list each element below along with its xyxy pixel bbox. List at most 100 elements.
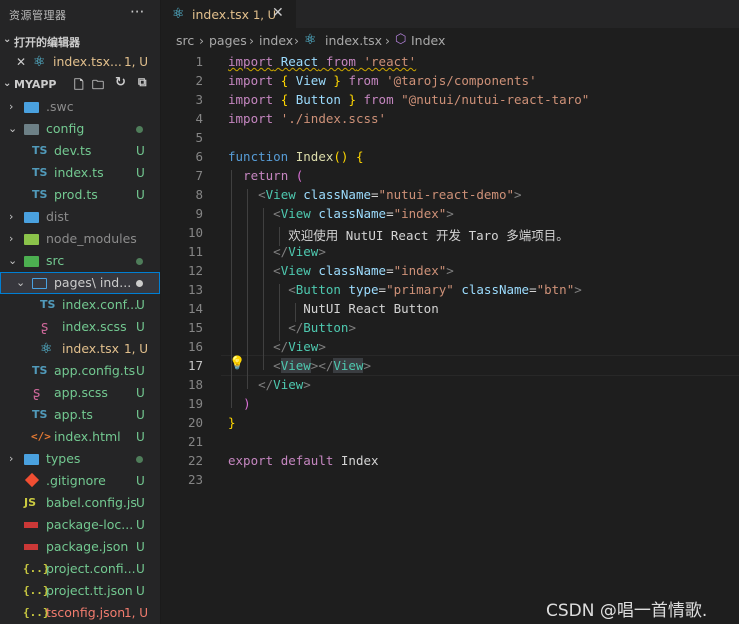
open-editor-badge: 1, U	[124, 55, 149, 69]
chevron-down-icon: ⌄	[3, 34, 12, 45]
tree-item-label: index.ts	[54, 165, 104, 180]
explorer-title: 资源管理器	[9, 9, 67, 22]
tree-item-app-config[interactable]: TS app.config.ts U	[0, 360, 160, 382]
tab-index-tsx[interactable]: ⚛ index.tsx 1, U ✕	[161, 0, 296, 29]
tree-item-label: package.json	[46, 539, 129, 554]
tree-item-package-json[interactable]: package.json U	[0, 536, 160, 558]
tree-item-dev-ts[interactable]: TS dev.ts U	[0, 140, 160, 162]
code-editor[interactable]: 1 2 3 4 5 6 7 8 9 10 11 12 13 14 15 16 1…	[161, 52, 739, 624]
modified-dot-icon	[136, 280, 143, 287]
git-status-badge: U	[136, 386, 145, 400]
tree-item-project-config[interactable]: {..} project.confi... U	[0, 558, 160, 580]
tree-item-index-html[interactable]: </> index.html U	[0, 426, 160, 448]
tree-item-dist[interactable]: › dist	[0, 206, 160, 228]
tree-item-types[interactable]: › types	[0, 448, 160, 470]
html-icon: </>	[31, 430, 51, 443]
close-icon[interactable]: ✕	[16, 51, 26, 73]
tree-item-config[interactable]: ⌄ config	[0, 118, 160, 140]
tab-close-icon[interactable]: ✕	[272, 5, 284, 21]
modified-dot-icon	[136, 258, 143, 265]
tree-item-swc[interactable]: › .swc	[0, 96, 160, 118]
chevron-right-icon: ›	[9, 452, 14, 465]
tree-item-label: pages\ ind...	[54, 275, 132, 290]
breadcrumb-index[interactable]: index	[259, 33, 293, 48]
code-line-9: <View className="index">	[273, 206, 454, 221]
tree-item-label: index.tsx	[62, 341, 119, 356]
line-number: 8	[195, 187, 203, 202]
tree-item-label: index.html	[54, 429, 121, 444]
git-status-badge: 1, U	[124, 342, 149, 356]
git-status-badge: U	[136, 408, 145, 422]
code-line-18: </View>	[258, 377, 311, 392]
code-line-15: </Button>	[288, 320, 356, 335]
tree-item-src[interactable]: ⌄ src	[0, 250, 160, 272]
line-number: 2	[195, 73, 203, 88]
code-line-14: NutUI React Button	[303, 301, 439, 316]
tree-item-index-tsx[interactable]: ⚛ index.tsx 1, U	[0, 338, 160, 360]
refresh-icon[interactable]: ↻	[115, 75, 126, 90]
chevron-down-icon: ⌄	[3, 78, 12, 89]
typescript-icon: TS	[32, 364, 48, 377]
git-status-badge: U	[136, 364, 145, 378]
folder-config-icon	[24, 124, 39, 135]
chevron-down-icon: ⌄	[8, 254, 18, 267]
tree-item-tsconfig[interactable]: {..} tsconfig.json 1, U	[0, 602, 160, 624]
folder-icon	[24, 212, 39, 223]
line-number: 9	[195, 206, 203, 221]
git-status-badge: U	[136, 320, 145, 334]
folder-src-icon	[24, 256, 39, 267]
typescript-icon: TS	[32, 166, 48, 179]
more-actions-icon[interactable]: ···	[130, 3, 144, 21]
open-editor-item[interactable]: ✕ ⚛ index.tsx... 1, U	[0, 51, 160, 73]
chevron-right-icon: ›	[294, 33, 299, 48]
react-file-icon: ⚛	[33, 54, 46, 70]
code-line-13: <Button type="primary" className="btn">	[288, 282, 582, 297]
tree-item-index-scss[interactable]: ʂ index.scss U	[0, 316, 160, 338]
tree-item-pages-index[interactable]: ⌄ pages\ ind...	[0, 272, 160, 294]
breadcrumb-src[interactable]: src	[176, 33, 194, 48]
code-line-11: </View>	[273, 244, 326, 259]
collapse-all-icon[interactable]: ⧉	[138, 75, 147, 90]
git-status-badge: U	[136, 496, 145, 510]
tree-item-label: types	[46, 451, 81, 466]
breadcrumb-symbol[interactable]: Index	[411, 33, 445, 48]
explorer-sidebar: 资源管理器 ··· ⌄ 打开的编辑器 ✕ ⚛ index.tsx... 1, U…	[0, 0, 161, 624]
git-status-badge: U	[136, 430, 145, 444]
tree-item-gitignore[interactable]: .gitignore U	[0, 470, 160, 492]
git-status-badge: U	[136, 144, 145, 158]
typescript-icon: TS	[40, 298, 56, 311]
breadcrumb-pages[interactable]: pages	[209, 33, 247, 48]
git-status-badge: U	[136, 562, 145, 576]
tree-item-index-ts[interactable]: TS index.ts U	[0, 162, 160, 184]
breadcrumb-file[interactable]: index.tsx	[325, 33, 382, 48]
new-file-icon[interactable]: 🗋	[74, 76, 84, 97]
breadcrumb: src › pages › index › ⚛ index.tsx › ⬡ In…	[161, 30, 739, 52]
sass-icon: ʂ	[41, 319, 49, 335]
git-status-badge: U	[136, 540, 145, 554]
modified-dot-icon	[136, 456, 143, 463]
code-line-2: import { View } from '@tarojs/components…	[228, 73, 537, 88]
typescript-icon: TS	[32, 408, 48, 421]
tree-item-label: package-loc...	[46, 517, 134, 532]
folder-icon	[24, 102, 39, 113]
line-number: 4	[195, 111, 203, 126]
tree-item-package-lock[interactable]: package-loc... U	[0, 514, 160, 536]
line-number: 20	[187, 415, 203, 430]
tree-item-app-scss[interactable]: ʂ app.scss U	[0, 382, 160, 404]
tree-item-node-modules[interactable]: › node_modules	[0, 228, 160, 250]
project-header[interactable]: ⌄ MYAPP 🗋 🗀 ↻ ⧉	[0, 75, 160, 95]
tree-item-label: project.confi...	[46, 561, 136, 576]
line-number: 3	[195, 92, 203, 107]
open-editors-header[interactable]: ⌄ 打开的编辑器	[0, 31, 160, 51]
tree-item-index-config[interactable]: TS index.conf... U	[0, 294, 160, 316]
tree-item-prod-ts[interactable]: TS prod.ts U	[0, 184, 160, 206]
line-number: 12	[187, 263, 203, 278]
tree-item-project-tt[interactable]: {..} project.tt.json U	[0, 580, 160, 602]
tree-item-app-ts[interactable]: TS app.ts U	[0, 404, 160, 426]
code-line-6: function Index() {	[228, 149, 364, 164]
tree-item-label: tsconfig.json	[46, 605, 126, 620]
new-folder-icon[interactable]: 🗀	[92, 76, 104, 97]
line-number: 15	[187, 320, 203, 335]
folder-node-icon	[24, 234, 39, 245]
tree-item-babel-config[interactable]: JS babel.config.js U	[0, 492, 160, 514]
